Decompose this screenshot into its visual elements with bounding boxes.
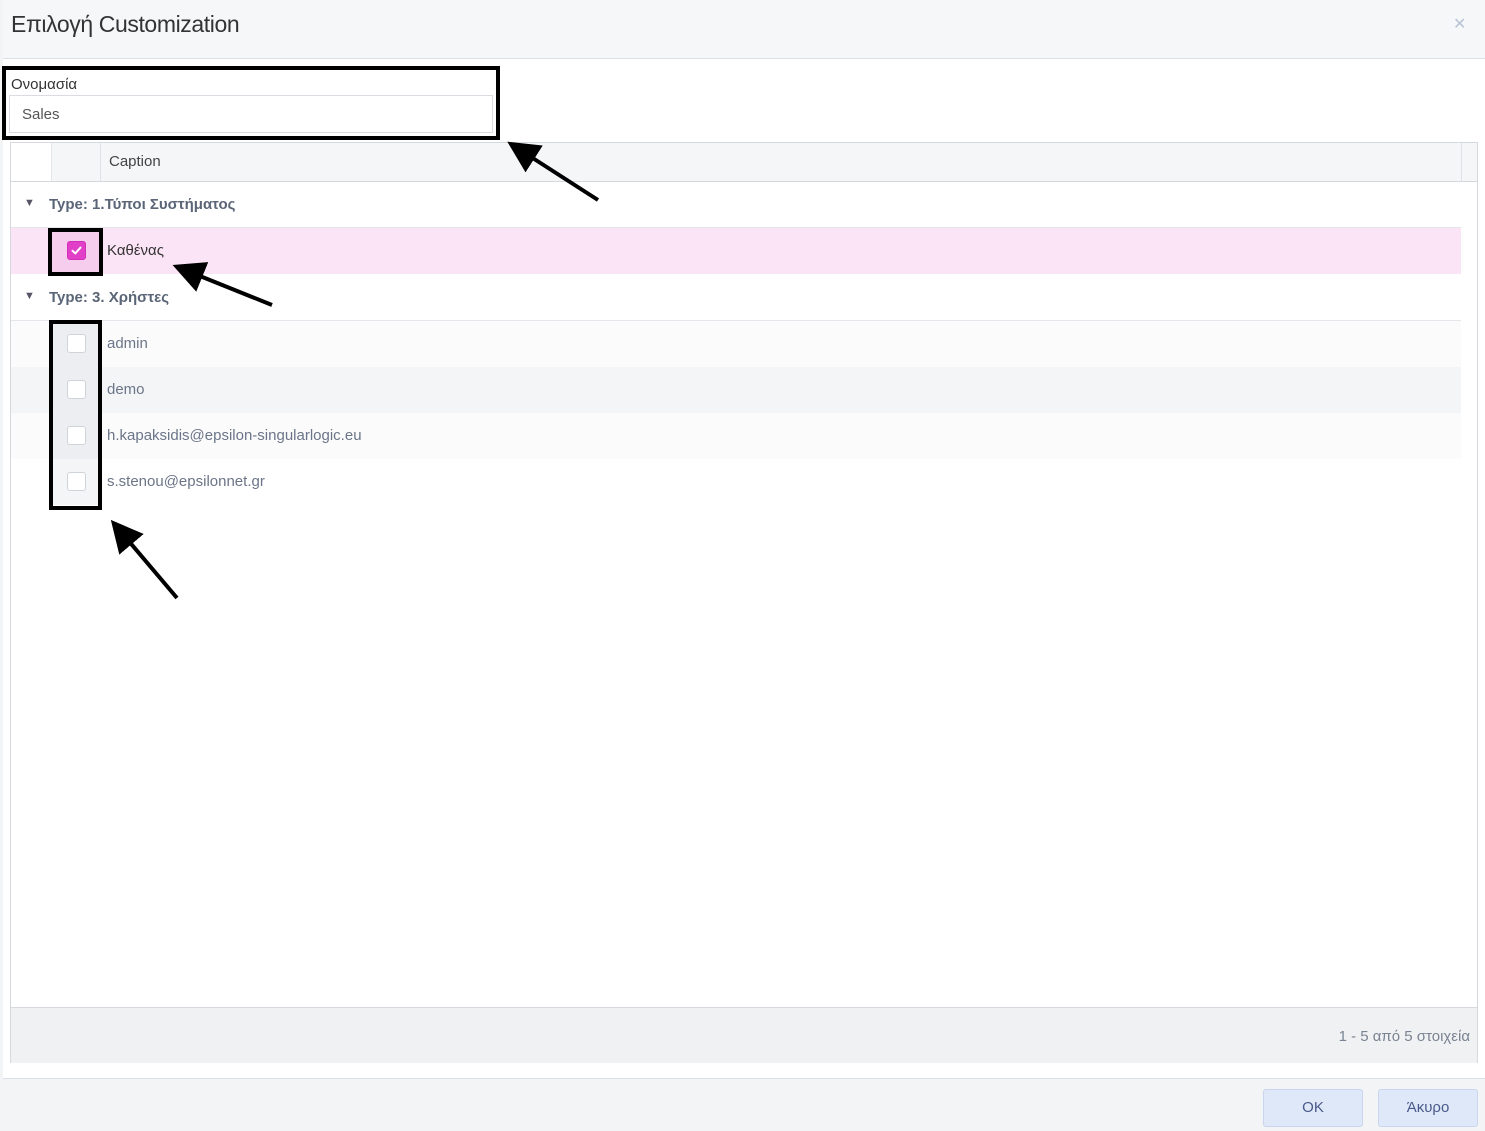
grid-header: Caption (11, 143, 1477, 182)
header-select-column[interactable] (51, 143, 101, 181)
select-cell (51, 459, 100, 505)
row-caption: s.stenou@epsilonnet.gr (107, 473, 265, 490)
group-row-system-types[interactable]: ▼ Type: 1.Τύποι Συστήματος (11, 182, 1461, 228)
dialog-title: Επιλογή Customization (11, 11, 240, 37)
checkmark-icon (71, 246, 82, 255)
pager-info: 1 - 5 από 5 στοιχεία (1338, 1028, 1470, 1045)
collapse-triangle-icon[interactable]: ▼ (24, 197, 35, 209)
table-row[interactable]: s.stenou@epsilonnet.gr (11, 459, 1461, 505)
customization-grid: Caption ▼ Type: 1.Τύποι Συστήματος Καθέν… (10, 142, 1478, 1063)
row-checkbox[interactable] (67, 426, 86, 445)
header-group-column (11, 143, 52, 181)
group-row-users[interactable]: ▼ Type: 3. Χρήστες (11, 275, 1461, 321)
header-caption-column[interactable]: Caption (101, 143, 1461, 181)
name-input[interactable] (9, 95, 493, 133)
table-row[interactable]: demo (11, 367, 1461, 413)
row-checkbox[interactable] (67, 334, 86, 353)
close-icon[interactable]: ✕ (1453, 14, 1466, 34)
select-cell (51, 413, 100, 459)
header-scroll-spacer (1461, 143, 1478, 181)
select-cell (51, 367, 100, 413)
cancel-button[interactable]: Άκυρο (1378, 1089, 1478, 1127)
ok-button[interactable]: OK (1263, 1089, 1363, 1127)
table-row[interactable]: admin (11, 321, 1461, 367)
group-label: Type: 1.Τύποι Συστήματος (49, 196, 236, 213)
row-caption: Καθένας (107, 242, 164, 259)
row-checkbox[interactable] (67, 472, 86, 491)
row-caption: demo (107, 381, 145, 398)
select-cell (51, 321, 100, 367)
collapse-triangle-icon[interactable]: ▼ (24, 290, 35, 302)
row-caption: admin (107, 335, 148, 352)
dialog-header: Επιλογή Customization ✕ (3, 0, 1485, 59)
name-field-label: Ονομασία (11, 76, 78, 93)
row-checkbox[interactable] (67, 241, 86, 260)
customization-dialog: Επιλογή Customization ✕ Ονομασία Caption… (3, 0, 1485, 1131)
dialog-footer: OK Άκυρο (3, 1078, 1485, 1131)
group-label: Type: 3. Χρήστες (49, 289, 170, 306)
grid-pager: 1 - 5 από 5 στοιχεία (11, 1007, 1477, 1063)
table-row[interactable]: Καθένας (11, 228, 1461, 274)
table-row[interactable]: h.kapaksidis@epsilon-singularlogic.eu (11, 413, 1461, 459)
select-cell (51, 228, 100, 274)
row-caption: h.kapaksidis@epsilon-singularlogic.eu (107, 427, 362, 444)
row-checkbox[interactable] (67, 380, 86, 399)
